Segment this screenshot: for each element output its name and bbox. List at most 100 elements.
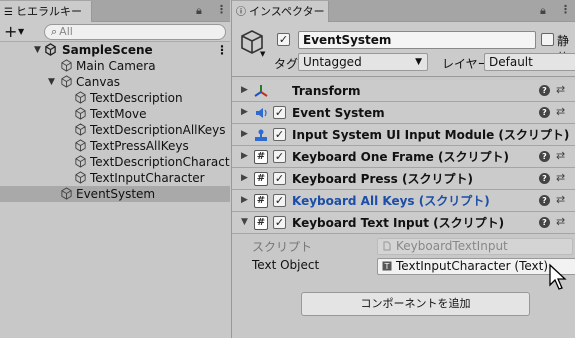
settings-icon[interactable]: ⇄ xyxy=(556,215,565,228)
tree-item-label: TextDescription xyxy=(90,91,183,105)
hierarchy-toolbar: + ▼ ⌕ All xyxy=(0,22,230,42)
gameobject-icon xyxy=(61,187,72,200)
help-icon[interactable]: ? xyxy=(539,107,550,118)
hierarchy-tab[interactable]: ☰ ヒエラルキー xyxy=(0,1,92,22)
tree-item-label: TextInputCharacter xyxy=(90,171,205,185)
inspector-tab-bar: ⓘ インスペクター 🔒︎ ⋮ xyxy=(232,0,575,22)
component-title: Keyboard One Frame (スクリプト) xyxy=(292,150,509,164)
tree-item-label: Canvas xyxy=(76,75,121,89)
object-header: ▼ ✓ EventSystem 静的 タグ Untagged▼ レイヤー Def… xyxy=(232,22,575,77)
scene-options-icon[interactable]: ⋮ xyxy=(216,42,228,58)
add-object-button[interactable]: + xyxy=(4,23,17,40)
lock-icon[interactable]: 🔒︎ xyxy=(196,4,202,18)
tree-item[interactable]: TextMove xyxy=(0,106,230,122)
component-enabled-checkbox[interactable]: ✓ xyxy=(273,216,286,229)
layer-dropdown[interactable]: Default xyxy=(484,53,575,71)
add-component-button[interactable]: コンポーネントを追加 xyxy=(301,292,530,316)
scene-row[interactable]: ▼ SampleScene ⋮ xyxy=(0,42,230,58)
text-component-icon: T xyxy=(382,261,392,271)
active-checkbox[interactable]: ✓ xyxy=(277,33,290,46)
component-enabled-checkbox[interactable]: ✓ xyxy=(273,128,286,141)
tree-item-label: TextDescriptionCharacter xyxy=(90,155,230,169)
tree-item-label: EventSystem xyxy=(76,187,156,201)
info-icon: ⓘ xyxy=(236,7,246,18)
gameobject-icon xyxy=(75,91,86,104)
component-enabled-checkbox[interactable]: ✓ xyxy=(273,150,286,163)
gameobject-icon xyxy=(61,59,72,72)
expand-arrow-icon[interactable]: ▶ xyxy=(241,151,248,161)
component-enabled-checkbox[interactable]: ✓ xyxy=(273,194,286,207)
component-title: Event System xyxy=(292,106,385,120)
expand-arrow-icon[interactable]: ▶ xyxy=(241,173,248,183)
collapse-arrow-icon[interactable]: ▼ xyxy=(241,217,248,227)
gameobject-icon xyxy=(75,171,86,184)
lock-icon[interactable]: 🔒︎ xyxy=(540,4,546,18)
expand-arrow-icon[interactable]: ▼ xyxy=(34,42,41,58)
component-title: Keyboard Press (スクリプト) xyxy=(292,172,473,186)
component-keyboard-text-input[interactable]: ▼ # ✓ Keyboard Text Input (スクリプト) ? ⇄ xyxy=(232,212,575,234)
help-icon[interactable]: ? xyxy=(539,195,550,206)
help-icon[interactable]: ? xyxy=(539,85,550,96)
layer-value: Default xyxy=(489,55,533,69)
tree-item[interactable]: TextPressAllKeys xyxy=(0,138,230,154)
hierarchy-search-input[interactable]: ⌕ All xyxy=(44,24,226,40)
inspector-tab[interactable]: ⓘ インスペクター xyxy=(232,1,329,22)
expand-arrow-icon[interactable]: ▶ xyxy=(241,195,248,205)
text-object-field[interactable]: T TextInputCharacter (Text) xyxy=(377,258,575,275)
transform-icon xyxy=(254,85,268,97)
tree-item[interactable]: TextDescription xyxy=(0,90,230,106)
expand-arrow-icon[interactable]: ▶ xyxy=(241,107,248,117)
expand-arrow-icon[interactable]: ▶ xyxy=(241,129,248,139)
tree-item[interactable]: TextDescriptionAllKeys xyxy=(0,122,230,138)
static-checkbox[interactable] xyxy=(541,33,554,46)
settings-icon[interactable]: ⇄ xyxy=(556,83,565,96)
component-event-system[interactable]: ▶ ✓ Event System ? ⇄ xyxy=(232,102,575,124)
chevron-down-icon: ▼ xyxy=(415,57,422,67)
settings-icon[interactable]: ⇄ xyxy=(556,171,565,184)
help-icon[interactable]: ? xyxy=(539,151,550,162)
expand-arrow-icon[interactable]: ▶ xyxy=(241,85,248,95)
tag-dropdown[interactable]: Untagged ▼ xyxy=(298,53,428,71)
svg-text:T: T xyxy=(384,262,390,271)
component-keyboard-press[interactable]: ▶ # ✓ Keyboard Press (スクリプト) ? ⇄ xyxy=(232,168,575,190)
component-input-module[interactable]: ▶ ✓ Input System UI Input Module (スクリプト) xyxy=(232,124,575,146)
help-icon[interactable]: ? xyxy=(539,173,550,184)
component-enabled-checkbox[interactable]: ✓ xyxy=(273,172,286,185)
gameobject-icon xyxy=(75,155,86,168)
gameobject-icon xyxy=(61,75,72,88)
help-icon[interactable]: ? xyxy=(539,217,550,228)
settings-icon[interactable]: ⇄ xyxy=(556,193,565,206)
search-icon: ⌕ xyxy=(51,25,58,38)
settings-icon[interactable]: ⇄ xyxy=(556,149,565,162)
text-object-property-row: Text Object T TextInputCharacter (Text) xyxy=(232,256,575,278)
expand-arrow-icon[interactable]: ▼ xyxy=(48,74,55,90)
component-title: Keyboard All Keys (スクリプト) xyxy=(292,194,490,208)
component-transform[interactable]: ▶ Transform ? ⇄ xyxy=(232,80,575,102)
chevron-down-icon[interactable]: ▼ xyxy=(260,50,265,58)
more-options-icon[interactable]: ⋮ xyxy=(560,3,571,16)
tree-item[interactable]: Main Camera xyxy=(0,58,230,74)
tree-item[interactable]: TextInputCharacter xyxy=(0,170,230,186)
event-system-icon xyxy=(256,108,267,118)
settings-icon[interactable]: ⇄ xyxy=(556,105,565,118)
tag-label: タグ xyxy=(274,57,299,71)
hierarchy-list-icon: ☰ xyxy=(4,7,13,18)
tree-item-label: TextPressAllKeys xyxy=(90,139,189,153)
component-keyboard-all-keys[interactable]: ▶ # ✓ Keyboard All Keys (スクリプト) ? ⇄ xyxy=(232,190,575,212)
component-title: Input System UI Input Module (スクリプト) xyxy=(292,128,570,142)
hierarchy-tab-label: ヒエラルキー xyxy=(15,5,82,18)
object-name-field[interactable]: EventSystem xyxy=(298,31,536,49)
more-options-icon[interactable]: ⋮ xyxy=(216,3,227,16)
search-placeholder: All xyxy=(59,25,73,38)
tree-item-label: TextDescriptionAllKeys xyxy=(90,123,226,137)
tree-item-selected[interactable]: EventSystem xyxy=(0,186,230,202)
chevron-down-icon[interactable]: ▼ xyxy=(18,27,24,36)
script-property-row: スクリプト KeyboardTextInput xyxy=(232,236,575,256)
component-keyboard-one-frame[interactable]: ▶ # ✓ Keyboard One Frame (スクリプト) ? ⇄ xyxy=(232,146,575,168)
script-value: KeyboardTextInput xyxy=(396,239,508,253)
component-enabled-checkbox[interactable]: ✓ xyxy=(273,106,286,119)
tree-item[interactable]: TextDescriptionCharacter xyxy=(0,154,230,170)
tree-item[interactable]: ▼ Canvas xyxy=(0,74,230,90)
script-file-icon xyxy=(383,241,391,251)
component-title: Keyboard Text Input (スクリプト) xyxy=(292,216,505,230)
